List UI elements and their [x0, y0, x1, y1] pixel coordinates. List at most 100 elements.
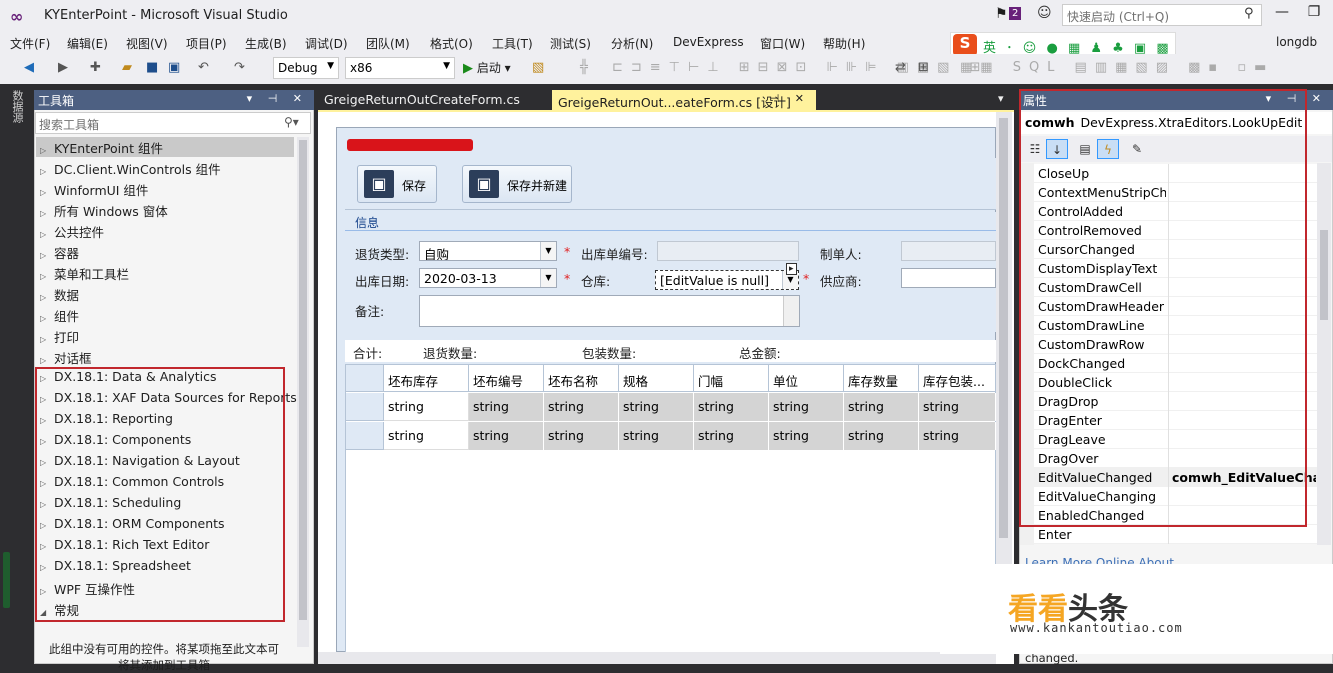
- menu-help[interactable]: 帮助(H): [823, 35, 865, 52]
- sogou-ime-icon[interactable]: S: [953, 34, 977, 56]
- grid-cell[interactable]: string: [919, 422, 996, 450]
- toolbox-group[interactable]: ▷ 容器: [40, 243, 79, 264]
- toolbox-group[interactable]: ▷ 所有 Windows 窗体: [40, 201, 168, 222]
- undo-icon[interactable]: ↶: [198, 60, 209, 75]
- grid-cell[interactable]: string: [619, 422, 694, 450]
- grid-cell[interactable]: string: [769, 393, 844, 421]
- browser-link-icon[interactable]: ▧: [532, 60, 544, 75]
- grid-cell[interactable]: string: [844, 393, 919, 421]
- grid-column-header[interactable]: 门幅: [694, 365, 769, 392]
- quick-launch-input[interactable]: 快速启动 (Ctrl+Q): [1062, 4, 1262, 26]
- grid-cell[interactable]: string: [844, 422, 919, 450]
- event-row[interactable]: Enter: [1034, 525, 1318, 544]
- redo-icon[interactable]: ↷: [234, 60, 245, 75]
- save-button[interactable]: ▣ 保存: [357, 165, 437, 203]
- grid-column-header[interactable]: 坯布库存: [384, 365, 469, 392]
- menu-edit[interactable]: 编辑(E): [67, 35, 108, 52]
- row-indicator[interactable]: [346, 422, 384, 450]
- menu-devexpress[interactable]: DevExpress: [673, 35, 744, 49]
- smart-tag-icon[interactable]: ▸: [786, 263, 797, 275]
- panel-window-icons[interactable]: ▾ ⊣ ✕: [247, 92, 308, 105]
- feedback-icon[interactable]: ☺: [1037, 5, 1052, 21]
- menu-test[interactable]: 测试(S): [550, 35, 591, 52]
- grid-cell[interactable]: string: [384, 422, 469, 450]
- tabs-dropdown-icon[interactable]: ▾: [998, 92, 1004, 105]
- memo-scrollbar[interactable]: [783, 296, 799, 326]
- grid-cell[interactable]: string: [544, 422, 619, 450]
- menu-analyze[interactable]: 分析(N): [611, 35, 653, 52]
- grid-cell[interactable]: string: [619, 393, 694, 421]
- properties-scrollbar[interactable]: [1317, 163, 1331, 545]
- toolbox-group[interactable]: ▷ 公共控件: [40, 222, 104, 243]
- back-icon[interactable]: ◀: [24, 60, 34, 75]
- out-date-picker[interactable]: 2020-03-13 ▼: [419, 268, 557, 288]
- designer-horizontal-scrollbar[interactable]: [318, 652, 996, 664]
- grid-cell[interactable]: string: [694, 393, 769, 421]
- return-type-combo[interactable]: 自购 ▼: [419, 241, 557, 261]
- start-debug-button[interactable]: ▶ 启动 ▾: [463, 59, 511, 76]
- toolbox-group[interactable]: ▷ 组件: [40, 306, 79, 327]
- search-icon[interactable]: ⚲▾: [284, 115, 299, 129]
- grid-column-header[interactable]: 单位: [769, 365, 844, 392]
- grid-cell[interactable]: string: [919, 393, 996, 421]
- toolbox-search-input[interactable]: 搜索工具箱: [35, 112, 311, 134]
- toolbox-scroll-thumb[interactable]: [299, 140, 307, 620]
- toolbox-group[interactable]: ▷ WinformUI 组件: [40, 180, 148, 201]
- notification-count-badge[interactable]: 2: [1009, 7, 1022, 20]
- menu-window[interactable]: 窗口(W): [760, 35, 805, 52]
- toolbox-group[interactable]: ▷ 打印: [40, 327, 79, 348]
- layout-align-icons[interactable]: ⊏⊐≡⊤⊢⊥ ⊞⊟⊠⊡ ⊩⊪⊫ ▥▦▧ ⊞: [612, 60, 988, 75]
- menu-build[interactable]: 生成(B): [245, 35, 287, 52]
- grid-column-header[interactable]: 库存包装...: [919, 365, 996, 392]
- menu-debug[interactable]: 调试(D): [305, 35, 348, 52]
- grid-cell[interactable]: string: [694, 422, 769, 450]
- grid-cell[interactable]: string: [769, 422, 844, 450]
- toolbox-group[interactable]: ▷ DC.Client.WinControls 组件: [40, 159, 221, 180]
- tab-pin-close-icons[interactable]: ⊣ ✕: [770, 92, 810, 105]
- tab-designer-file[interactable]: GreigeReturnOut...eateForm.cs [设计] ⊣ ✕: [552, 90, 816, 110]
- notifications-flag-icon[interactable]: ⚑: [995, 6, 1008, 22]
- forward-icon[interactable]: ▶: [58, 60, 68, 75]
- menu-file[interactable]: 文件(F): [10, 35, 50, 52]
- grid-column-header[interactable]: 坯布编号: [469, 365, 544, 392]
- grid-column-header[interactable]: 坯布名称: [544, 365, 619, 392]
- tab-order-icon[interactable]: ⇄: [895, 60, 906, 75]
- new-project-icon[interactable]: ✚: [90, 60, 101, 75]
- grid-column-header[interactable]: 规格: [619, 365, 694, 392]
- chevron-down-icon[interactable]: ▼: [540, 269, 556, 287]
- toolbox-group[interactable]: ▷ 菜单和工具栏: [40, 264, 129, 285]
- chevron-down-icon[interactable]: ▼: [540, 242, 556, 260]
- properties-scroll-thumb[interactable]: [1320, 230, 1328, 320]
- menu-view[interactable]: 视图(V): [126, 35, 168, 52]
- out-no-field[interactable]: [657, 241, 799, 261]
- grid-cell[interactable]: string: [469, 422, 544, 450]
- toolbox-group[interactable]: ▷ 数据: [40, 285, 79, 306]
- grid-cell[interactable]: string: [384, 393, 469, 421]
- row-indicator[interactable]: [346, 393, 384, 421]
- remark-memo[interactable]: [419, 295, 800, 327]
- menu-project[interactable]: 项目(P): [186, 35, 227, 52]
- grid-cell[interactable]: string: [469, 393, 544, 421]
- minimize-button[interactable]: —: [1270, 4, 1294, 24]
- designer-scroll-thumb[interactable]: [999, 118, 1008, 538]
- supplier-field[interactable]: [901, 268, 996, 288]
- format-toolbar-icons[interactable]: ▦▦ SQL ▤▥▦▧▨ ▩▪ ▫▬: [960, 60, 1274, 75]
- maximize-button[interactable]: ❐: [1302, 4, 1326, 24]
- align-grid-icon[interactable]: ╬: [580, 60, 588, 75]
- save-and-new-button[interactable]: ▣ 保存并新建: [462, 165, 572, 203]
- save-all-icon[interactable]: ▣: [168, 60, 180, 75]
- data-sources-tab[interactable]: 数据源: [9, 90, 25, 123]
- menu-tools[interactable]: 工具(T): [492, 35, 533, 52]
- maker-field[interactable]: [901, 241, 996, 261]
- grid-cell[interactable]: string: [544, 393, 619, 421]
- menu-format[interactable]: 格式(O): [430, 35, 473, 52]
- open-file-icon[interactable]: ▰: [122, 60, 132, 75]
- tab-code-file[interactable]: GreigeReturnOutCreateForm.cs: [318, 90, 526, 110]
- toolbox-group[interactable]: ▷ 对话框: [40, 348, 92, 369]
- user-name[interactable]: longdb: [1276, 35, 1317, 49]
- event-handler-value[interactable]: [1168, 525, 1316, 544]
- layout-icon[interactable]: ⊞: [918, 60, 929, 75]
- toolbox-group[interactable]: ▷ KYEnterPoint 组件: [40, 138, 163, 159]
- save-icon[interactable]: ■: [146, 60, 158, 75]
- grid-column-header[interactable]: 库存数量: [844, 365, 919, 392]
